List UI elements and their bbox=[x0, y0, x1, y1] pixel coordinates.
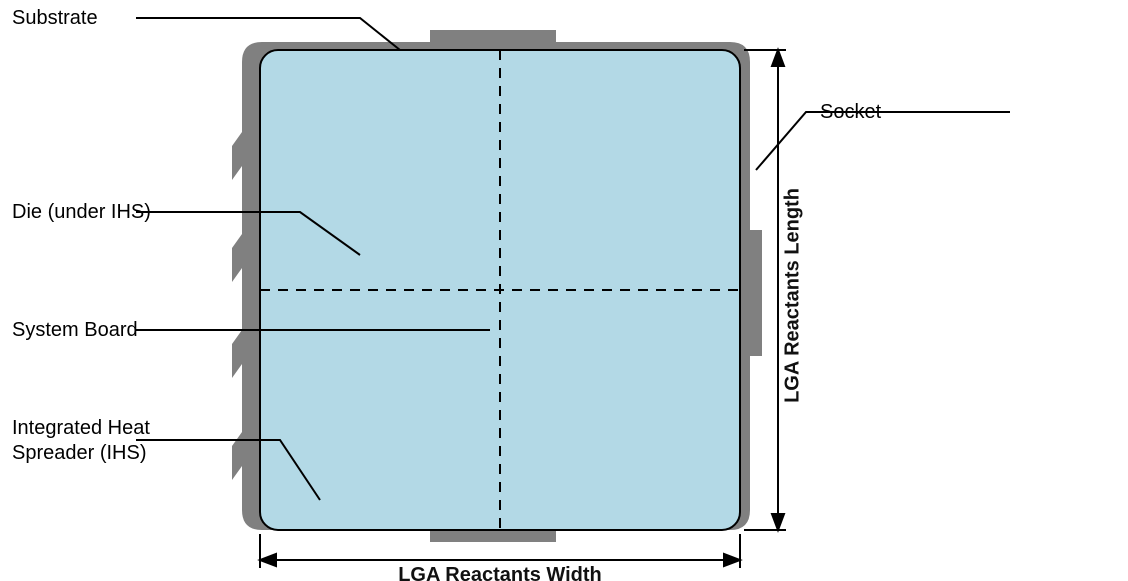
label-socket: Socket bbox=[820, 100, 881, 125]
figure-stage: Substrate Die (under IHS) System Board I… bbox=[0, 0, 1128, 581]
label-width: LGA Reactants Width bbox=[340, 564, 660, 581]
leader-socket bbox=[756, 112, 1010, 170]
label-length: LGA Reactants Length bbox=[782, 188, 805, 403]
label-die: Die (under IHS) bbox=[12, 200, 151, 225]
diagram-svg bbox=[0, 0, 1128, 581]
label-substrate: Substrate bbox=[12, 6, 98, 31]
label-ihs: Integrated Heat Spreader (IHS) bbox=[12, 416, 152, 466]
label-system-board: System Board bbox=[12, 318, 138, 343]
